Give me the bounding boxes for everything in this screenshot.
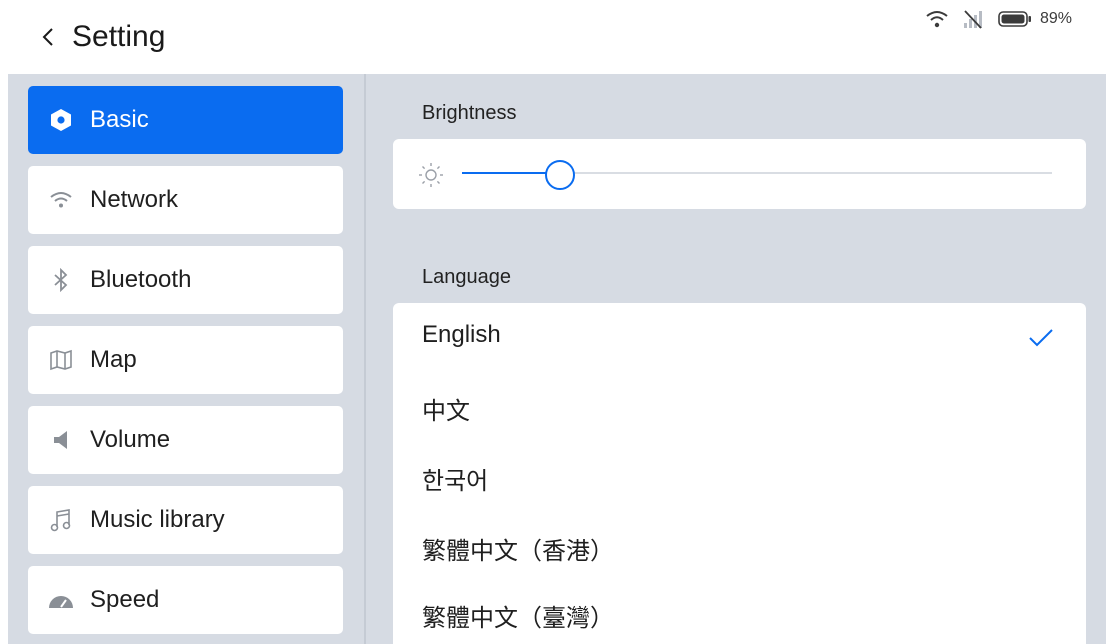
language-label: Language	[422, 266, 511, 288]
chevron-left-icon	[42, 28, 53, 46]
bluetooth-icon	[46, 265, 76, 295]
speaker-icon	[46, 425, 76, 455]
language-option-label: 繁體中文（臺灣）	[422, 605, 614, 632]
speedometer-icon	[46, 585, 76, 615]
language-option-traditional-chinese-hk[interactable]: 繁體中文（香港）	[393, 513, 1086, 581]
sidebar-item-label: Map	[90, 346, 137, 373]
sidebar-item-speed[interactable]: Speed	[28, 566, 343, 634]
brightness-label: Brightness	[422, 102, 517, 124]
sidebar-item-bluetooth[interactable]: Bluetooth	[28, 246, 343, 314]
checkmark-icon	[1029, 329, 1053, 347]
language-option-korean[interactable]: 한국어	[393, 443, 1086, 511]
language-option-traditional-chinese-tw[interactable]: 繁體中文（臺灣）	[393, 580, 1086, 644]
language-option-label: English	[422, 321, 501, 348]
map-icon	[46, 345, 76, 375]
brightness-card	[393, 139, 1086, 209]
page-title: Setting	[72, 20, 166, 53]
music-note-icon	[46, 505, 76, 535]
back-button[interactable]	[38, 22, 58, 52]
hexagon-icon	[46, 105, 76, 135]
language-option-english[interactable]: English	[393, 303, 1086, 371]
sidebar-item-volume[interactable]: Volume	[28, 406, 343, 474]
status-bar: 89%	[926, 6, 1072, 32]
header-bar: Setting 89%	[0, 0, 1106, 74]
wifi-icon	[46, 185, 76, 215]
language-option-chinese[interactable]: 中文	[393, 373, 1086, 441]
sidebar-item-label: Volume	[90, 426, 171, 453]
sidebar-item-music-library[interactable]: Music library	[28, 486, 343, 554]
language-option-label: 繁體中文（香港）	[422, 538, 614, 565]
battery-percentage: 89%	[1039, 10, 1072, 27]
sidebar-item-label: Network	[90, 186, 179, 213]
sidebar-item-map[interactable]: Map	[28, 326, 343, 394]
sidebar-item-label: Bluetooth	[90, 266, 192, 293]
sidebar-item-label: Music library	[90, 506, 225, 533]
panel-divider	[364, 74, 366, 644]
sidebar-item-label: Speed	[90, 586, 160, 613]
no-signal-icon	[963, 10, 982, 29]
sun-icon	[419, 163, 443, 187]
battery-icon	[998, 11, 1031, 27]
language-option-label: 한국어	[422, 468, 489, 495]
sidebar-item-label: Basic	[90, 106, 149, 133]
sidebar-item-network[interactable]: Network	[28, 166, 343, 234]
wifi-icon	[926, 11, 948, 28]
sidebar: Basic Network Bluetooth Map Volume Music…	[8, 74, 364, 644]
sidebar-item-basic[interactable]: Basic	[28, 86, 343, 154]
language-option-label: 中文	[422, 398, 470, 425]
